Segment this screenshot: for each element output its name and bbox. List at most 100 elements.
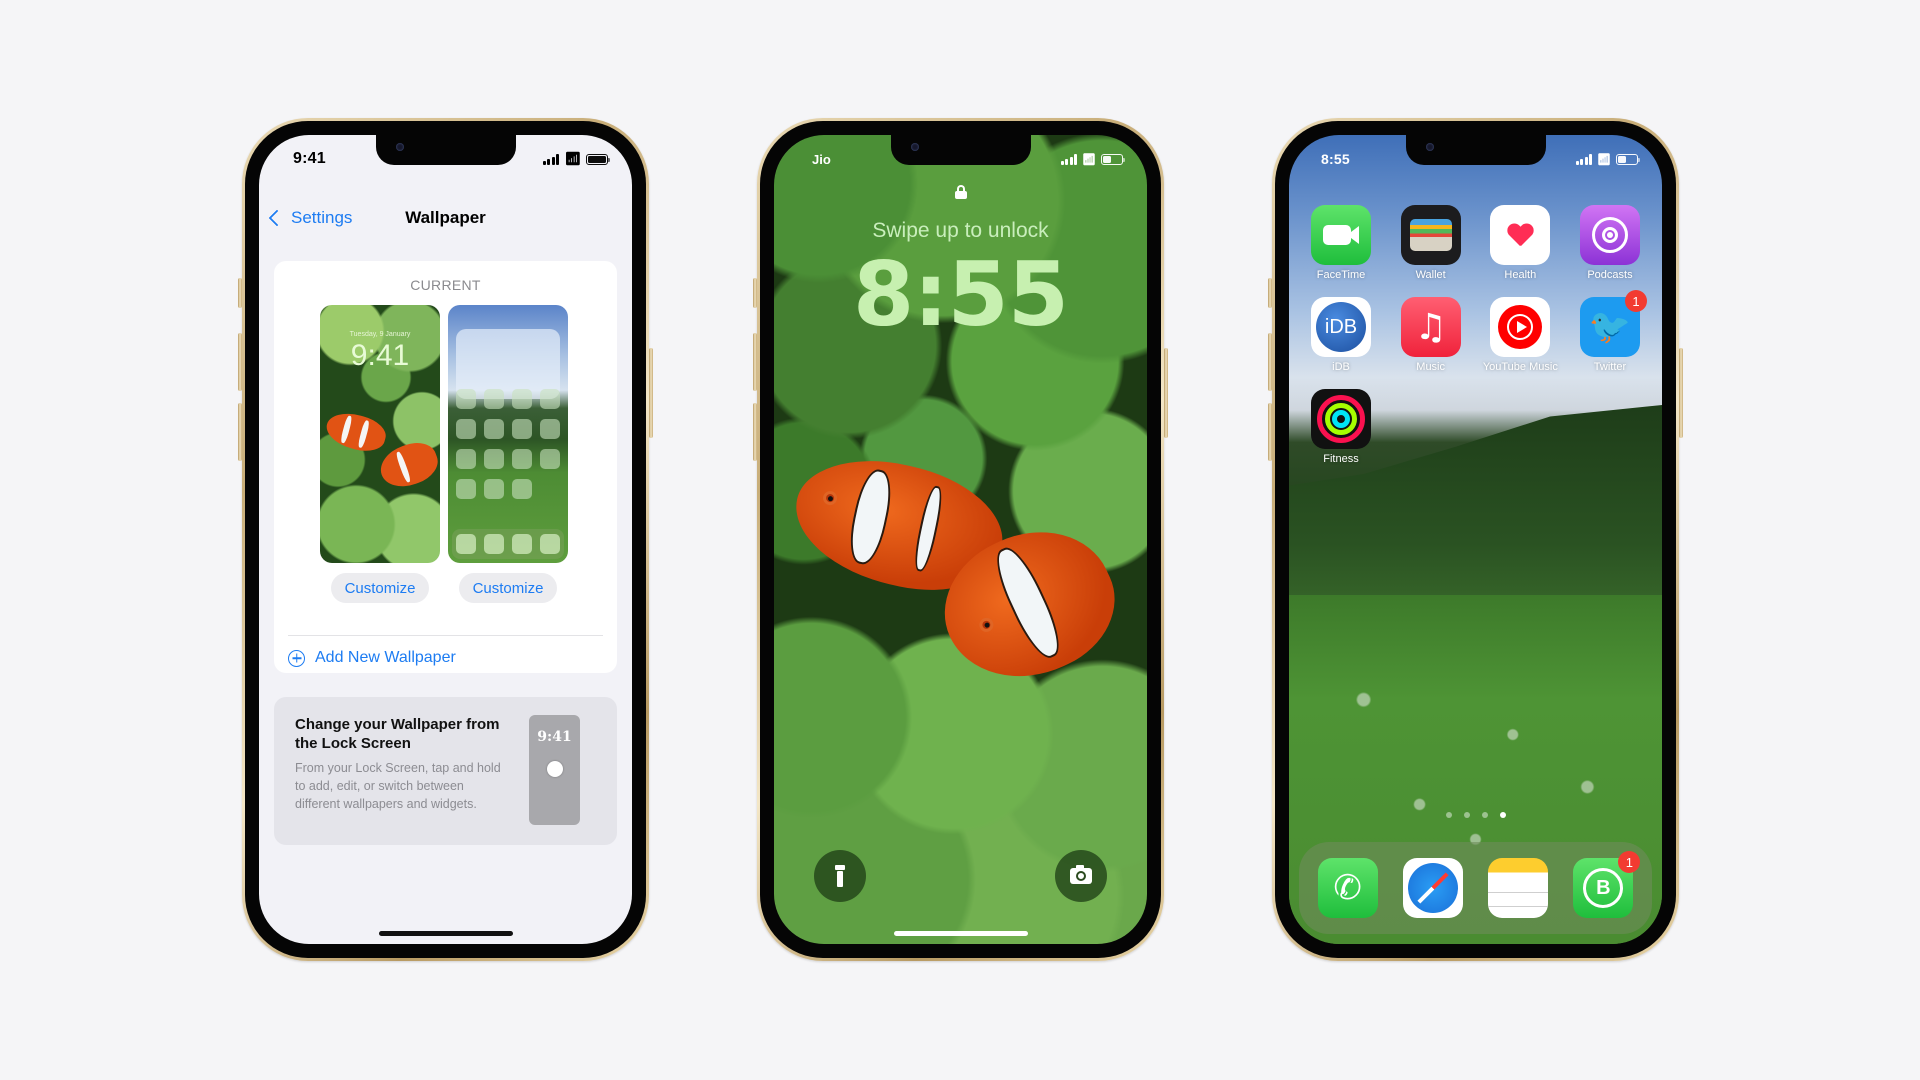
status-time: 8:55 (1321, 151, 1350, 167)
notch (375, 135, 516, 165)
lock-screen: Jio 📶︎ Swipe up to unlock 8:55 (774, 135, 1147, 944)
wallet-icon (1400, 205, 1461, 265)
side-button (1164, 348, 1168, 438)
app-label: YouTube Music (1482, 361, 1558, 373)
dock: ✆ B 1 (1299, 842, 1652, 934)
camera-button[interactable] (1055, 850, 1107, 902)
phone-icon[interactable]: ✆ (1317, 858, 1378, 918)
app-label: Podcasts (1587, 269, 1633, 281)
swipe-up-hint: Swipe up to unlock (872, 219, 1049, 242)
app-health[interactable]: Health (1490, 205, 1551, 281)
tip-illustration-time: 9:41 (537, 729, 572, 745)
wifi-icon: 📶︎ (1597, 153, 1611, 166)
health-icon (1490, 205, 1551, 265)
plus-circle-icon (288, 649, 305, 667)
notch (890, 135, 1031, 165)
app-fitness[interactable]: Fitness (1311, 389, 1371, 465)
tap-indicator-icon (546, 761, 563, 777)
divider (288, 635, 603, 636)
tip-body: From your Lock Screen, tap and hold to a… (295, 761, 501, 811)
cellular-signal-icon (1575, 153, 1593, 165)
tip-illustration: 9:41 (529, 715, 580, 825)
app-twitter[interactable]: 🐦 1 Twitter (1579, 290, 1647, 373)
phone-lock-screen: Jio 📶︎ Swipe up to unlock 8:55 (753, 118, 1168, 961)
navigation-bar: Settings Wallpaper (259, 203, 632, 233)
notes-icon[interactable] (1488, 858, 1549, 918)
app-label: Health (1504, 269, 1537, 281)
volume-down-button (1268, 403, 1272, 461)
app-idb[interactable]: iDB iDB (1311, 297, 1371, 373)
app-podcasts[interactable]: Podcasts (1579, 205, 1640, 281)
current-label: CURRENT (410, 277, 481, 293)
safari-icon[interactable] (1402, 858, 1463, 918)
phone-home-screen: 8:55 📶︎ FaceTime Wallet Health Podcasts … (1268, 118, 1683, 961)
home-indicator[interactable] (893, 931, 1028, 936)
lock-screen-tip-card: Change your Wallpaper from the Lock Scre… (274, 697, 617, 845)
podcasts-icon (1579, 205, 1640, 265)
app-label: Music (1416, 361, 1446, 373)
page-dot[interactable] (1481, 812, 1488, 818)
side-button (649, 348, 653, 438)
current-wallpaper-card: CURRENT Tuesday, 9 January 9:41 Customiz… (274, 261, 617, 673)
add-new-wallpaper-button[interactable]: Add New Wallpaper (288, 642, 456, 674)
home-screen-wallpaper-preview[interactable] (448, 305, 568, 563)
volume-up-button (753, 333, 757, 391)
front-camera (1425, 143, 1434, 151)
mute-switch (238, 278, 242, 308)
volume-up-button (1268, 333, 1272, 391)
app-facetime[interactable]: FaceTime (1311, 205, 1371, 281)
preview-dock (452, 529, 564, 559)
volume-down-button (753, 403, 757, 461)
settings-screen: 9:41 📶︎ Settings Wallpaper CURRENT Tuesd… (259, 135, 632, 944)
front-camera (910, 143, 919, 151)
battery-icon (1101, 153, 1125, 165)
app-youtube-music[interactable]: YouTube Music (1483, 297, 1558, 373)
flashlight-button[interactable] (814, 850, 866, 902)
customize-lock-screen-button[interactable]: Customize (331, 573, 429, 603)
add-new-wallpaper-label: Add New Wallpaper (315, 649, 456, 666)
app-music[interactable]: ♫ Music (1400, 297, 1461, 373)
app-whatsapp-business[interactable]: B 1 (1573, 851, 1641, 918)
battery-icon (1616, 153, 1640, 165)
front-camera (395, 143, 404, 151)
clownfish-image (374, 436, 440, 494)
app-label: FaceTime (1316, 269, 1366, 281)
clownfish-image (322, 407, 390, 457)
camera-icon (1070, 865, 1092, 884)
preview-time: 9:41 (350, 339, 410, 372)
music-icon: ♫ (1400, 297, 1461, 357)
customize-home-screen-button[interactable]: Customize (459, 573, 557, 603)
app-wallet[interactable]: Wallet (1400, 205, 1461, 281)
home-indicator[interactable] (378, 931, 513, 936)
page-dot[interactable] (1445, 812, 1452, 818)
wifi-icon: 📶︎ (564, 151, 581, 166)
battery-icon (586, 153, 610, 165)
home-screen: 8:55 📶︎ FaceTime Wallet Health Podcasts … (1289, 135, 1662, 944)
wifi-icon: 📶︎ (1082, 153, 1096, 166)
lock-screen-wallpaper-preview[interactable]: Tuesday, 9 January 9:41 (320, 305, 440, 563)
carrier-name: Jio (812, 151, 831, 167)
app-label: Twitter (1593, 361, 1627, 373)
page-dot[interactable] (1463, 812, 1470, 818)
side-button (1679, 348, 1683, 438)
preview-app-grid (456, 389, 560, 499)
idb-icon: iDB (1311, 297, 1371, 357)
cellular-signal-icon (542, 153, 560, 165)
fitness-icon (1311, 389, 1371, 449)
mute-switch (1268, 278, 1272, 308)
phone-settings-wallpaper: 9:41 📶︎ Settings Wallpaper CURRENT Tuesd… (238, 118, 653, 961)
notch (1405, 135, 1546, 165)
notification-badge: 1 (1618, 851, 1641, 873)
tip-title: Change your Wallpaper from the Lock Scre… (295, 716, 500, 752)
notification-badge: 1 (1624, 290, 1647, 312)
app-grid: FaceTime Wallet Health Podcasts iDB iDB (1311, 205, 1647, 465)
youtube-music-icon (1490, 297, 1551, 357)
flashlight-icon (835, 865, 845, 887)
lock-screen-time[interactable]: 8:55 (774, 243, 1147, 346)
mute-switch (753, 278, 757, 308)
page-indicator[interactable] (1445, 812, 1506, 818)
status-time: 9:41 (293, 150, 326, 167)
page-title: Wallpaper (405, 208, 486, 227)
page-dot-active[interactable] (1499, 812, 1506, 818)
volume-up-button (238, 333, 242, 391)
